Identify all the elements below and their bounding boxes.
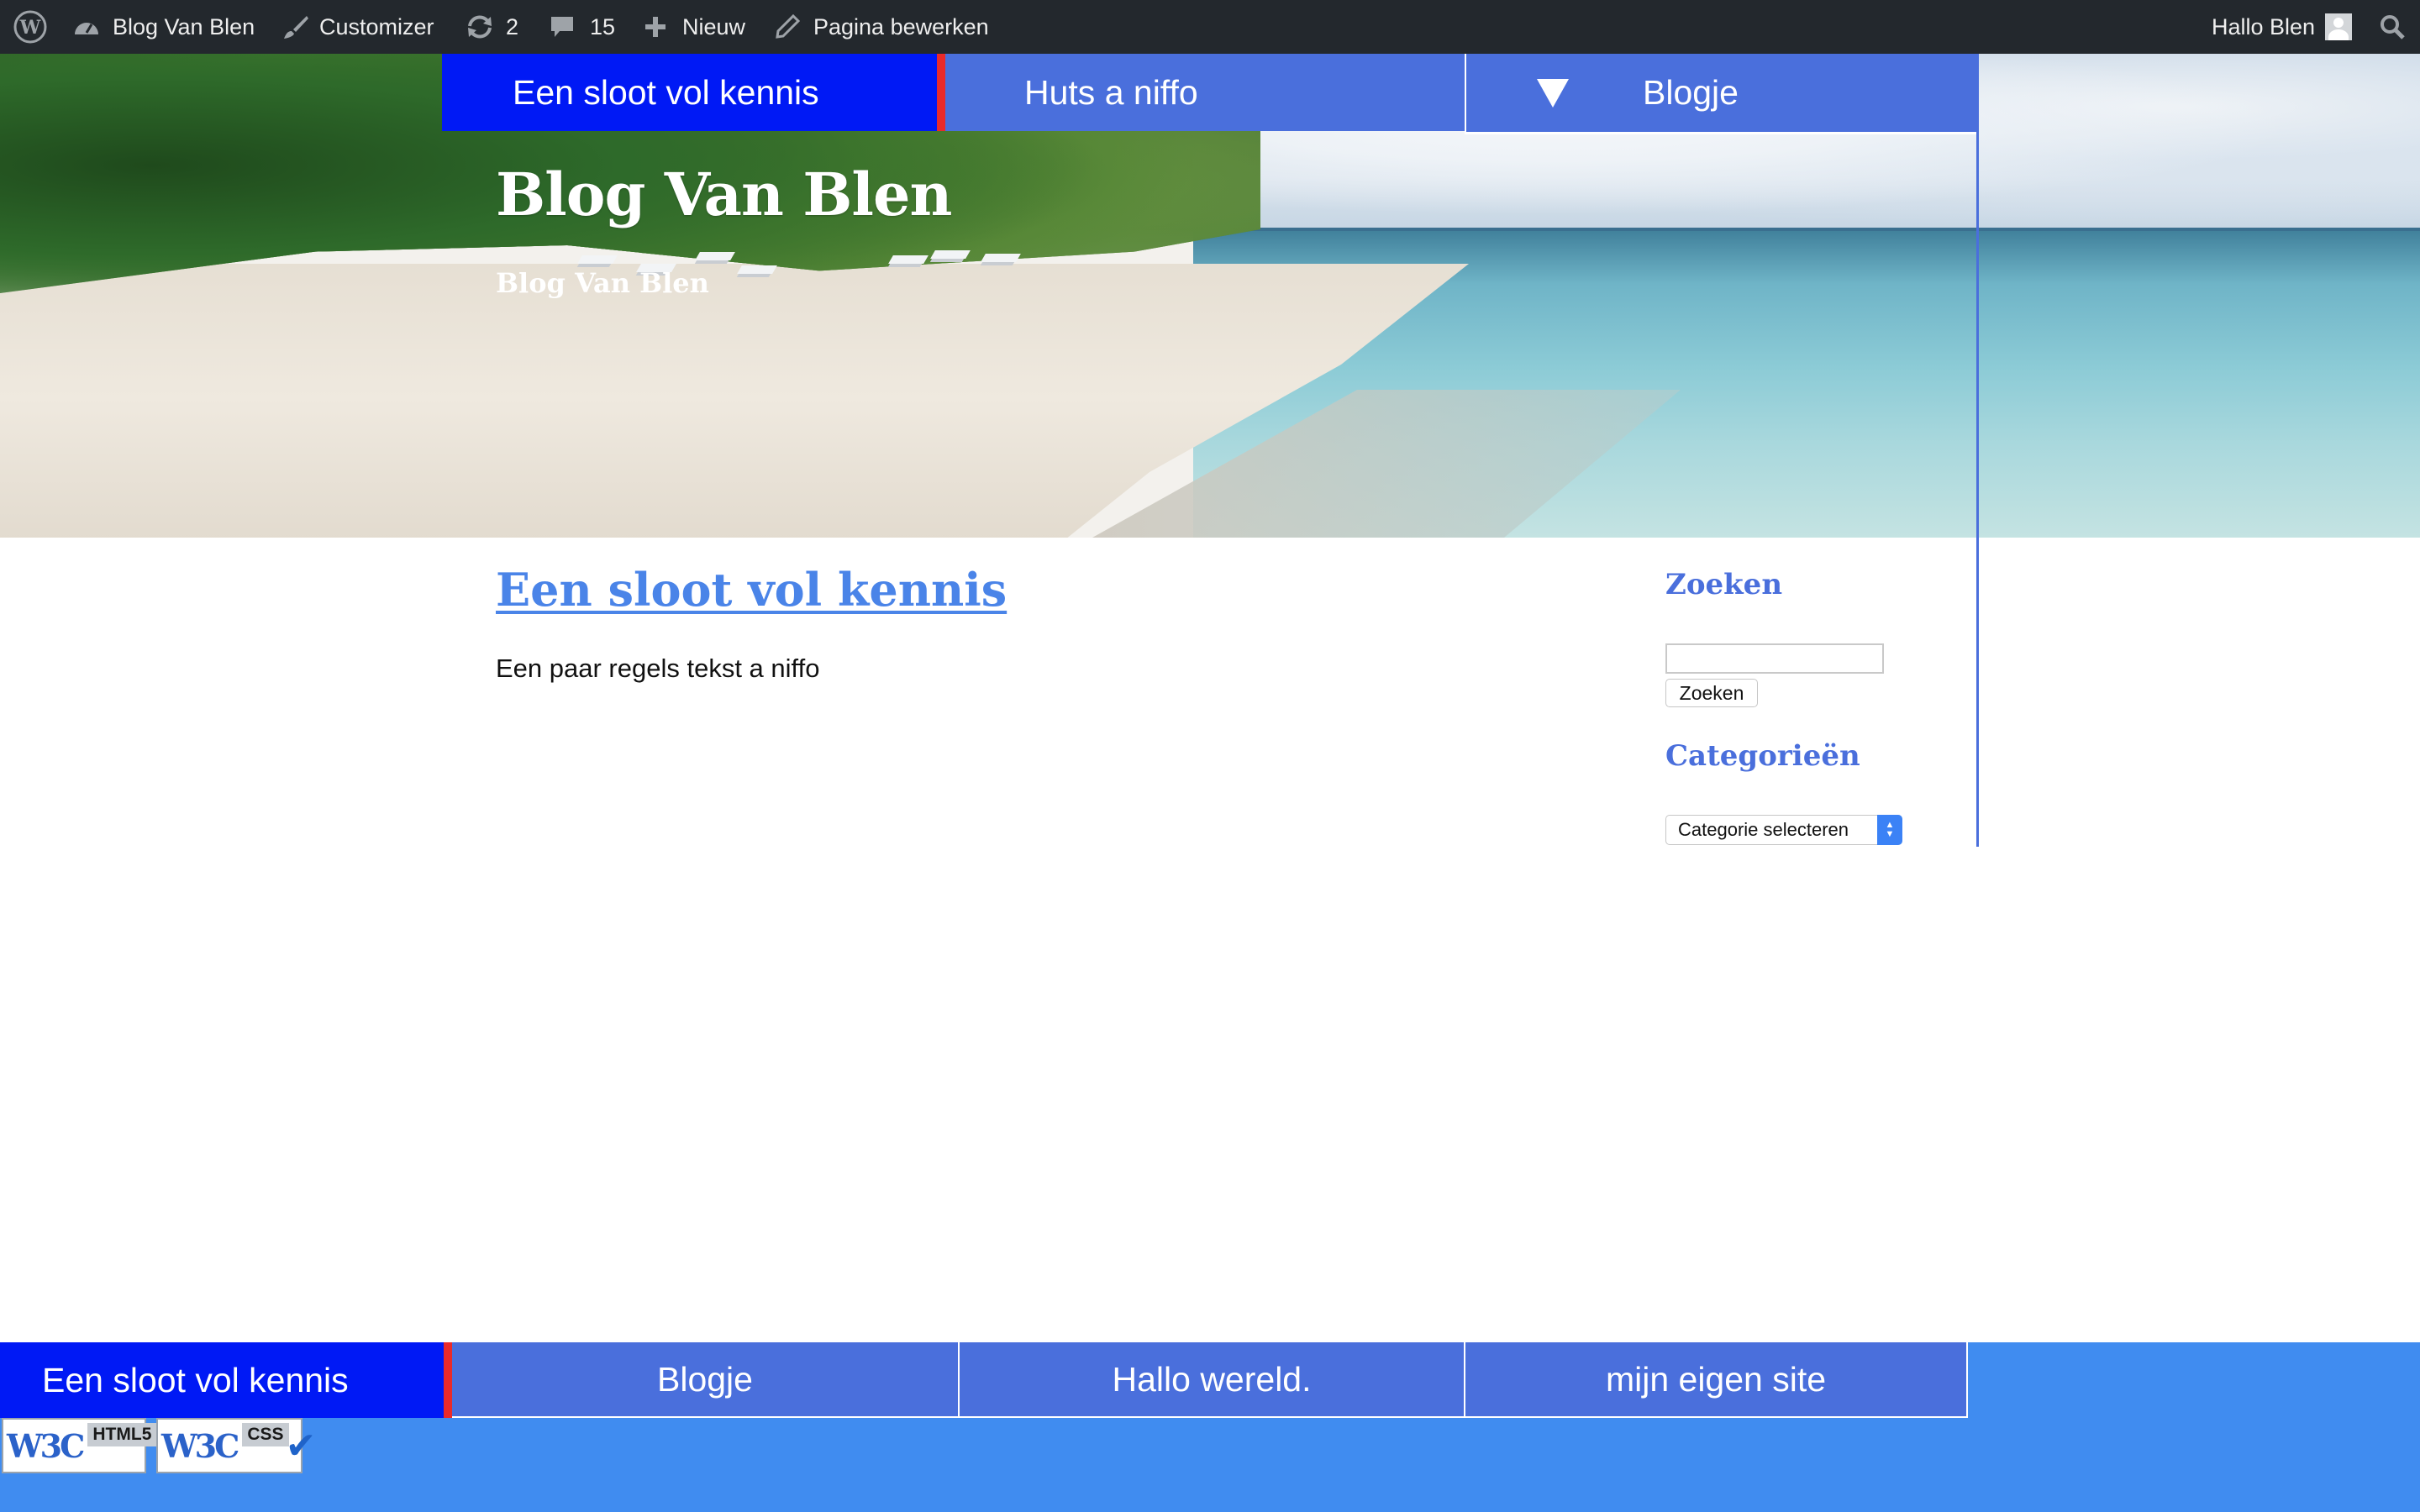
beach-chair xyxy=(737,265,777,274)
comments-count: 15 xyxy=(590,14,616,39)
customizer-label: Customizer xyxy=(319,14,434,39)
wordpress-menu[interactable]: W xyxy=(13,0,47,54)
beach-chair xyxy=(981,254,1021,262)
brush-icon xyxy=(284,16,308,39)
w3c-css-badge[interactable]: W3C CSS ✔ xyxy=(156,1418,316,1473)
site-name-menu[interactable]: Blog Van Blen xyxy=(72,0,255,54)
plus-icon xyxy=(645,17,666,37)
admin-bar: W Blog Van Blen Customizer 2 15 Nieuw Pa… xyxy=(0,0,2420,54)
footer-menu-item-blogje[interactable]: Blogje xyxy=(452,1342,958,1418)
menu-item-label: Huts a niffo xyxy=(1024,72,1198,112)
w3c-logo: W3C xyxy=(7,1426,85,1465)
checkmark-icon: ✔ xyxy=(285,1425,317,1467)
beach-chair xyxy=(930,250,971,259)
beach-chair xyxy=(888,255,929,264)
post-title-link[interactable]: Een sloot vol kennis xyxy=(496,563,1007,617)
greeting-label: Hallo Blen xyxy=(2212,14,2316,39)
search-widget-title: Zoeken xyxy=(1665,568,1783,601)
comments-icon xyxy=(551,17,573,37)
new-label: Nieuw xyxy=(682,14,746,39)
site-title[interactable]: Blog Van Blen xyxy=(496,160,952,229)
updates-count: 2 xyxy=(506,14,519,39)
edit-page-label: Pagina bewerken xyxy=(813,14,989,39)
footer-menu-item-een-sloot-vol-kennis[interactable]: Een sloot vol kennis xyxy=(0,1342,452,1418)
horizon xyxy=(1176,228,2420,231)
wordpress-icon: W xyxy=(13,10,47,44)
w3c-html5-badge[interactable]: W3C HTML5 ✔ xyxy=(2,1418,184,1473)
new-content-menu[interactable]: Nieuw xyxy=(644,0,745,54)
footer-menu-item-label: Blogje xyxy=(657,1359,753,1399)
categories-widget-title: Categorieën xyxy=(1665,739,1860,773)
dashboard-icon xyxy=(75,23,98,34)
category-select[interactable]: Categorie selecteren ▲ ▼ xyxy=(1665,815,1902,845)
menu-item-blogje[interactable]: Blogje xyxy=(1465,54,1976,134)
menu-item-label: Een sloot vol kennis xyxy=(513,72,819,112)
svg-text:W: W xyxy=(19,17,41,39)
badge-label: CSS xyxy=(242,1423,289,1446)
search-icon xyxy=(2381,15,2405,39)
footer: Een sloot vol kennis Blogje Hallo wereld… xyxy=(0,1342,2420,1512)
primary-menu: Een sloot vol kennis Huts a niffo Blogje xyxy=(442,54,1976,134)
footer-menu-item-label: mijn eigen site xyxy=(1605,1359,1827,1399)
footer-menu-item-label: Een sloot vol kennis xyxy=(42,1360,349,1399)
site-name-label: Blog Van Blen xyxy=(113,14,255,39)
admin-search[interactable] xyxy=(2380,0,2405,54)
menu-item-een-sloot-vol-kennis[interactable]: Een sloot vol kennis xyxy=(442,54,945,131)
w3c-logo: W3C xyxy=(161,1426,239,1465)
menu-item-label: Blogje xyxy=(1643,73,1739,112)
site-description: Blog Van Blen xyxy=(496,267,709,299)
edit-page-link[interactable]: Pagina bewerken xyxy=(775,0,989,54)
customizer-link[interactable]: Customizer xyxy=(282,0,434,54)
beach-chair xyxy=(577,255,618,264)
dropdown-arrow-icon xyxy=(1537,78,1569,108)
menu-item-huts-a-niffo[interactable]: Huts a niffo xyxy=(945,54,1465,131)
avatar-icon xyxy=(2325,13,2353,40)
select-arrows-icon: ▲ ▼ xyxy=(1877,815,1902,845)
footer-menu-item-label: Hallo wereld. xyxy=(1112,1359,1312,1399)
footer-menu-item-mijn-eigen-site[interactable]: mijn eigen site xyxy=(1464,1342,1968,1418)
category-select-value: Categorie selecteren xyxy=(1678,819,1849,840)
comments-link[interactable]: 15 xyxy=(550,0,615,54)
badge-label: HTML5 xyxy=(87,1423,157,1446)
updates-link[interactable]: 2 xyxy=(466,0,518,54)
search-button[interactable]: Zoeken xyxy=(1665,679,1758,707)
post-excerpt: Een paar regels tekst a niffo xyxy=(496,654,820,683)
my-account-menu[interactable]: Hallo Blen xyxy=(2212,0,2353,54)
beach-chair xyxy=(695,252,735,260)
updates-icon xyxy=(468,15,492,39)
search-input[interactable] xyxy=(1665,643,1884,674)
pencil-icon xyxy=(776,14,800,39)
content-border-line xyxy=(1976,54,1979,847)
footer-menu-item-hallo-wereld[interactable]: Hallo wereld. xyxy=(958,1342,1464,1418)
